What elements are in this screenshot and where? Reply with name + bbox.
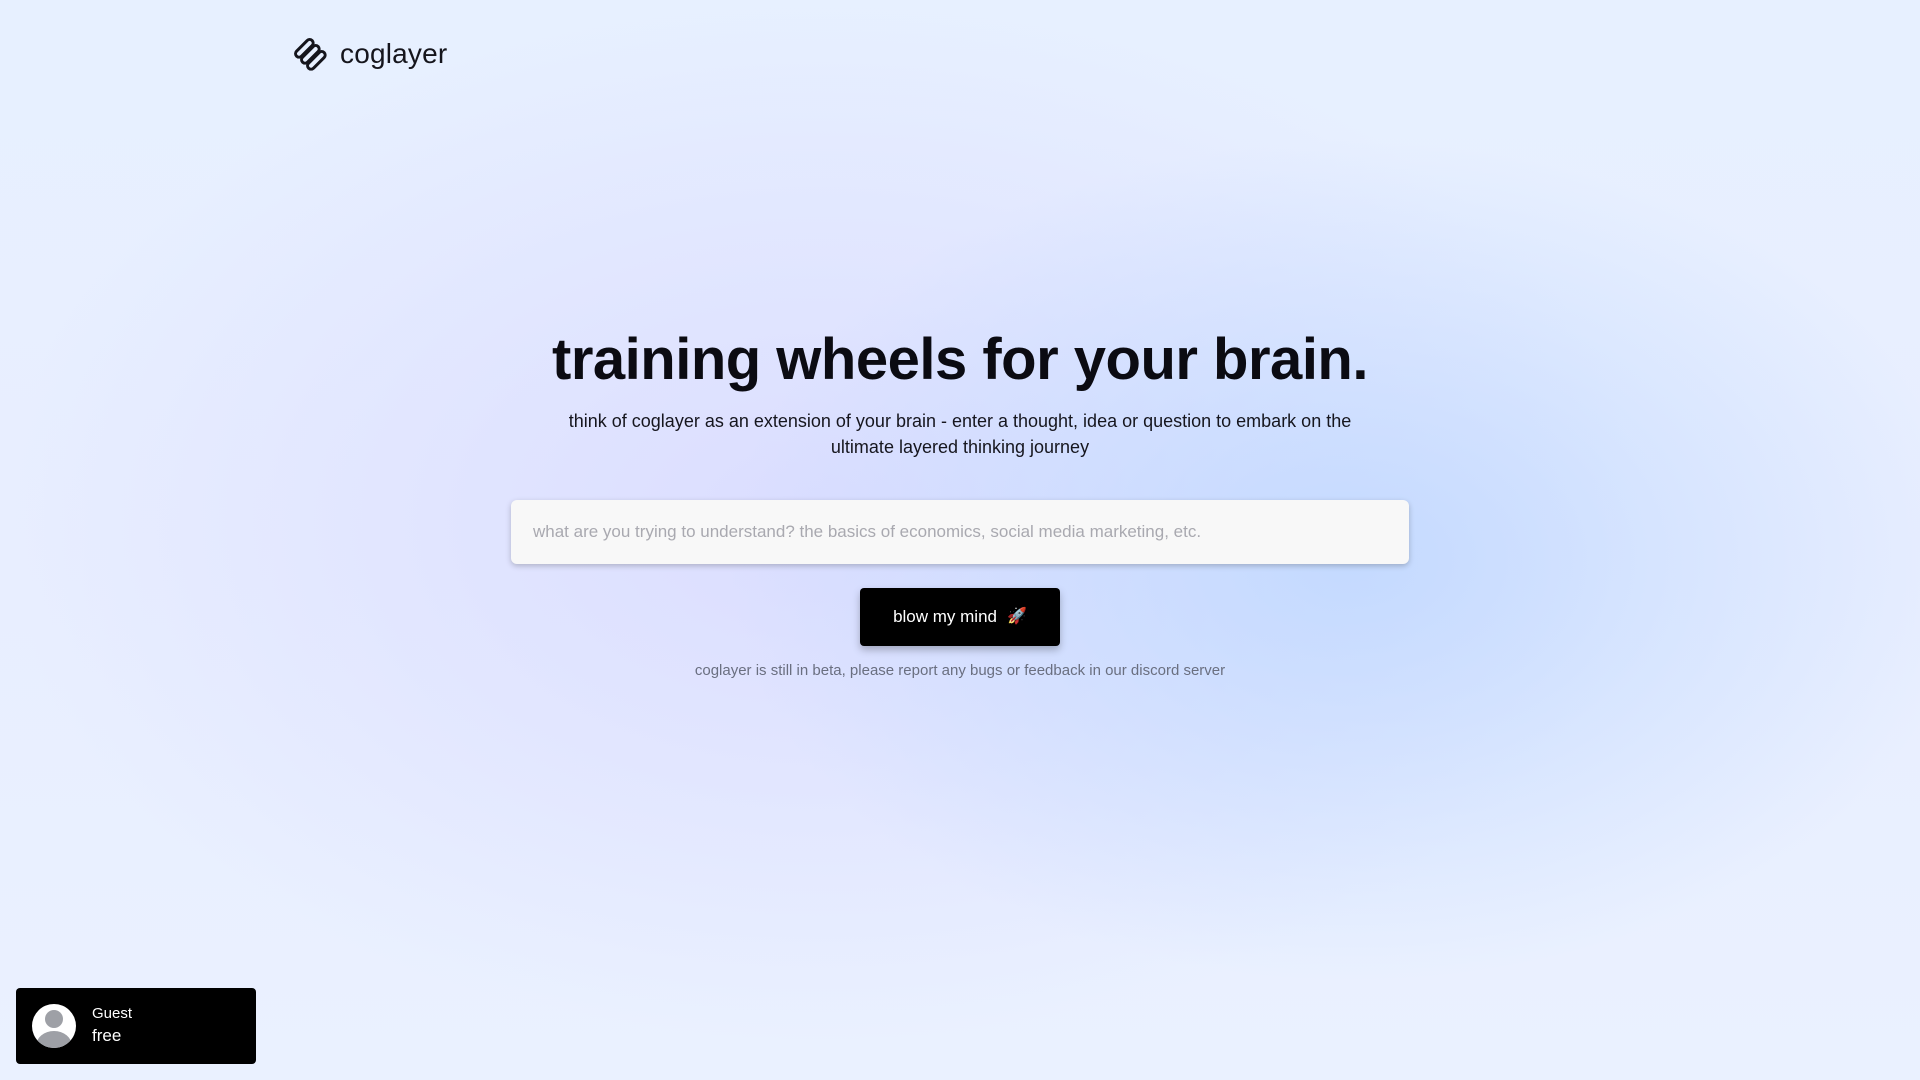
search-input[interactable] [531,521,1389,543]
user-name: Guest [92,1005,133,1022]
rocket-icon: 🚀 [1007,608,1027,625]
blow-my-mind-label: blow my mind [893,607,997,626]
search-box[interactable] [511,500,1409,564]
user-info: Guest free [92,1004,132,1048]
user-avatar-icon [32,1004,76,1048]
brand-name: coglayer [340,38,448,69]
beta-notice: coglayer is still in beta, please report… [694,662,1226,679]
page-title: training wheels for your brain. [552,327,1368,392]
user-plan: free [92,1026,122,1045]
user-profile-card[interactable]: Guest free [16,988,256,1064]
brand-logo[interactable]: coglayer [288,32,447,76]
hero-subtitle: think of coglayer as an extension of you… [568,411,1352,457]
hero-section: training wheels for your brain. think of… [0,320,1920,460]
blow-my-mind-button[interactable]: blow my mind 🚀 [860,588,1060,646]
coglayer-logo-icon [294,38,327,71]
